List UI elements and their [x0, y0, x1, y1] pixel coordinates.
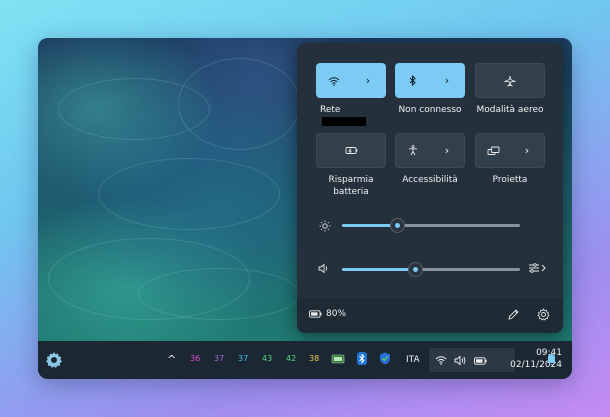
bluetooth-icon	[409, 75, 416, 86]
edit-quick-settings-button[interactable]	[507, 308, 521, 322]
battery-saver-icon	[345, 147, 357, 154]
audio-output-button[interactable]	[527, 261, 551, 277]
taskbar: ^ 36 37 37 43 42 38 ITA 09:41 02/11/2024	[38, 341, 572, 379]
clock-button[interactable]: 09:41 02/11/2024	[510, 347, 566, 373]
quick-settings-panel: › › Rete Non connesso Modalità aereo › ›…	[297, 43, 563, 333]
network-name-redacted	[322, 117, 366, 126]
volume-slider[interactable]	[342, 263, 520, 276]
system-tray-quick-settings-button[interactable]	[429, 348, 515, 372]
start-button[interactable]	[44, 350, 64, 370]
chevron-right-icon: ›	[444, 74, 450, 87]
tray-temp-3[interactable]: 37	[238, 354, 248, 363]
airplane-icon	[504, 75, 516, 86]
windows-security-icon	[380, 352, 390, 365]
brightness-slider-thumb[interactable]	[391, 219, 404, 232]
accessibility-icon	[409, 145, 417, 156]
battery-status-button[interactable]: 80%	[309, 309, 346, 319]
bluetooth-tile[interactable]: ›	[395, 63, 465, 98]
quick-settings-footer: 80%	[297, 298, 563, 333]
screen: › › Rete Non connesso Modalità aereo › ›…	[38, 38, 572, 379]
bluetooth-expand-button[interactable]: ›	[430, 64, 464, 97]
bluetooth-label: Non connesso	[398, 105, 462, 115]
accessibility-toggle[interactable]	[396, 134, 430, 167]
settings-icon	[537, 308, 550, 321]
accessibility-label: Accessibilità	[402, 175, 458, 185]
notification-center-button[interactable]	[546, 353, 558, 367]
wifi-tile[interactable]: ›	[316, 63, 386, 98]
settings-button[interactable]	[537, 308, 551, 322]
tray-app-bluetooth[interactable]	[357, 352, 367, 365]
settings-gear-icon	[46, 352, 62, 368]
battery-saver-label: Risparmia batteria	[306, 174, 396, 198]
project-expand-button[interactable]: ›	[510, 134, 544, 167]
tray-app-gpu[interactable]	[331, 353, 345, 365]
brightness-slider[interactable]	[342, 219, 520, 232]
bluetooth-toggle[interactable]	[396, 64, 430, 97]
show-hidden-icons-button[interactable]: ^	[167, 353, 176, 366]
volume-slider-fill	[342, 268, 415, 271]
tray-temp-5[interactable]: 42	[286, 354, 296, 363]
battery-percent: 80%	[326, 309, 347, 319]
wifi-tray-icon	[435, 356, 447, 365]
battery-tray-icon	[474, 357, 487, 365]
chevron-right-icon: ›	[365, 74, 371, 87]
wifi-icon	[328, 76, 340, 86]
tray-temp-6[interactable]: 38	[309, 354, 319, 363]
chevron-right-icon: ›	[444, 144, 450, 157]
chevron-right-icon: ›	[524, 144, 530, 157]
battery-saver-tile[interactable]	[316, 133, 386, 168]
battery-icon	[309, 310, 322, 318]
volume-tray-icon	[454, 355, 466, 366]
project-label: Proietta	[492, 175, 528, 185]
edit-icon	[508, 309, 519, 320]
battery-saver-label-line1: Risparmia	[328, 175, 374, 185]
speaker-icon	[318, 263, 328, 274]
project-icon	[487, 146, 499, 155]
bell-icon	[546, 354, 557, 365]
airplane-mode-label: Modalità aereo	[476, 105, 544, 115]
battery-saver-label-line2: batteria	[333, 187, 369, 197]
volume-slider-thumb[interactable]	[409, 263, 422, 276]
tray-temp-1[interactable]: 36	[190, 354, 200, 363]
gpu-monitor-icon	[331, 354, 345, 364]
accessibility-expand-button[interactable]: ›	[430, 134, 464, 167]
audio-output-icon	[529, 263, 546, 273]
input-language-indicator[interactable]: ITA	[406, 355, 420, 365]
project-tile[interactable]: ›	[475, 133, 545, 168]
wifi-expand-button[interactable]: ›	[351, 64, 385, 97]
brightness-icon	[319, 220, 331, 232]
accessibility-tile[interactable]: ›	[395, 133, 465, 168]
airplane-mode-tile[interactable]	[475, 63, 545, 98]
wifi-label: Rete	[306, 104, 376, 128]
bluetooth-tray-icon	[357, 352, 367, 365]
project-toggle[interactable]	[476, 134, 510, 167]
brightness-slider-fill	[342, 224, 397, 227]
tray-temp-4[interactable]: 43	[262, 354, 272, 363]
tray-app-security[interactable]	[379, 352, 391, 365]
wifi-toggle[interactable]	[317, 64, 351, 97]
tray-temp-2[interactable]: 37	[214, 354, 224, 363]
